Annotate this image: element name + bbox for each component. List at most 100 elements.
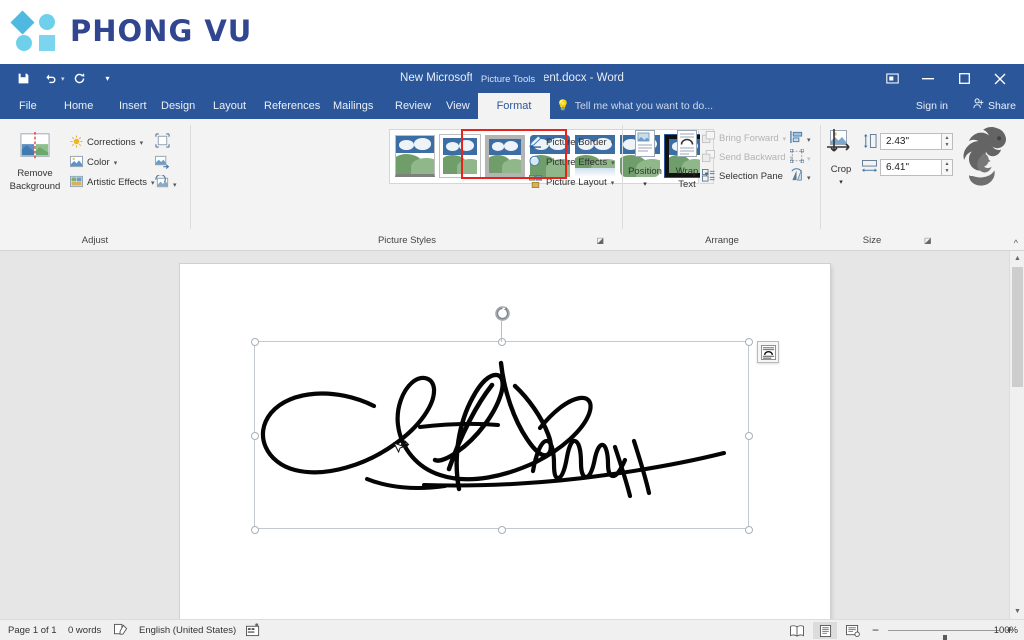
shape-width-icon <box>862 160 877 179</box>
resize-handle-bottom-right[interactable] <box>745 526 753 534</box>
maximize-restore-icon[interactable] <box>946 64 982 93</box>
save-icon[interactable] <box>10 67 36 90</box>
tab-insert[interactable]: Insert <box>110 93 156 119</box>
selection-pane-button[interactable]: Selection Pane <box>702 168 783 185</box>
picture-border-button[interactable]: Picture Border ▾ <box>529 134 614 151</box>
tab-mailings[interactable]: Mailings <box>324 93 382 119</box>
vertical-scrollbar[interactable]: ▲ ▼ <box>1009 251 1024 619</box>
tell-me-placeholder: Tell me what you want to do... <box>574 100 714 112</box>
scroll-up-icon[interactable]: ▲ <box>1010 251 1024 266</box>
word-count[interactable]: 0 words <box>68 620 101 640</box>
document-canvas[interactable]: ▲ ▼ <box>0 251 1024 619</box>
width-spin-down-icon[interactable]: ▼ <box>942 168 952 176</box>
align-objects-dropdown-icon[interactable]: ▾ <box>807 136 811 144</box>
shape-height-input[interactable]: 2.43" <box>880 133 942 150</box>
remove-background-button[interactable]: Remove Background <box>5 131 65 192</box>
compress-pictures-icon[interactable] <box>155 133 170 153</box>
resize-handle-top-right[interactable] <box>745 338 753 346</box>
picture-style-2[interactable] <box>440 135 480 177</box>
web-layout-icon[interactable] <box>841 622 865 639</box>
resize-handle-bottom-center[interactable] <box>498 526 506 534</box>
corrections-button[interactable]: Corrections ▾ <box>70 134 143 151</box>
resize-handle-middle-right[interactable] <box>745 432 753 440</box>
crop-button[interactable]: Crop ▾ <box>822 129 860 188</box>
height-spin-down-icon[interactable]: ▼ <box>942 142 952 150</box>
picture-effects-dropdown-icon[interactable]: ▾ <box>611 159 615 167</box>
tab-view[interactable]: View <box>437 93 479 119</box>
artistic-effects-dropdown-icon[interactable]: ▾ <box>151 179 155 187</box>
change-picture-icon[interactable] <box>155 154 170 174</box>
shape-width-input[interactable]: 6.41" <box>880 159 942 176</box>
bring-forward-label: Bring Forward <box>719 133 779 144</box>
rotate-objects-dropdown-icon[interactable]: ▾ <box>807 174 811 182</box>
artistic-effects-button[interactable]: Artistic Effects ▾ <box>70 174 155 191</box>
page-indicator[interactable]: Page 1 of 1 <box>8 620 57 640</box>
customize-quick-access-icon[interactable]: ▾ <box>95 67 121 90</box>
group-objects-button[interactable]: ▾ <box>789 148 811 168</box>
resize-handle-bottom-left[interactable] <box>251 526 259 534</box>
picture-border-dropdown-icon[interactable]: ▾ <box>611 139 615 147</box>
share-button[interactable]: Share <box>973 93 1016 119</box>
align-objects-button[interactable]: ▾ <box>790 130 811 149</box>
quick-access-toolbar: ▾ ▾ <box>10 67 121 90</box>
language-indicator[interactable]: English (United States) <box>139 620 236 640</box>
width-spin-up-icon[interactable]: ▲ <box>942 160 952 168</box>
proofing-errors-icon[interactable] <box>114 623 128 640</box>
picture-style-3[interactable] <box>485 135 525 177</box>
tab-layout[interactable]: Layout <box>204 93 255 119</box>
zoom-slider-thumb[interactable] <box>943 635 947 640</box>
rotate-handle-icon[interactable] <box>494 305 510 321</box>
layout-options-button[interactable] <box>757 341 779 363</box>
tab-design[interactable]: Design <box>152 93 204 119</box>
sign-in-button[interactable]: Sign in <box>916 93 948 119</box>
picture-effects-label: Picture Effects <box>546 157 608 168</box>
collapse-ribbon-icon[interactable]: ^ <box>1014 238 1018 248</box>
color-icon <box>70 155 83 171</box>
group-objects-dropdown-icon[interactable]: ▾ <box>807 155 811 163</box>
height-spin-up-icon[interactable]: ▲ <box>942 134 952 142</box>
tell-me-box[interactable]: 💡 Tell me what you want to do... <box>556 93 713 119</box>
bring-forward-dropdown-icon[interactable]: ▾ <box>783 135 787 143</box>
redo-arrow-icon[interactable] <box>67 67 93 90</box>
resize-handle-middle-left[interactable] <box>251 432 259 440</box>
tab-review[interactable]: Review <box>386 93 440 119</box>
tab-home[interactable]: Home <box>55 93 102 119</box>
reset-picture-dropdown-icon[interactable]: ▾ <box>173 181 177 189</box>
scroll-down-icon[interactable]: ▼ <box>1010 604 1024 619</box>
position-button[interactable]: Position ▾ <box>624 129 666 190</box>
print-layout-icon[interactable] <box>813 622 837 639</box>
minimize-icon[interactable] <box>910 64 946 93</box>
reset-picture-button[interactable]: ▾ <box>155 174 177 195</box>
picture-layout-icon <box>529 174 542 191</box>
tab-file[interactable]: File <box>10 93 46 119</box>
scrollbar-thumb[interactable] <box>1012 267 1023 387</box>
zoom-out-button[interactable]: − <box>872 620 879 640</box>
color-dropdown-icon[interactable]: ▾ <box>114 159 118 167</box>
window-controls <box>874 64 1018 93</box>
zoom-slider-track[interactable] <box>888 630 1000 640</box>
position-label: Position <box>628 166 662 177</box>
color-button[interactable]: Color ▾ <box>70 154 117 171</box>
picture-effects-button[interactable]: Picture Effects ▾ <box>529 154 615 171</box>
corrections-dropdown-icon[interactable]: ▾ <box>140 139 144 147</box>
position-dropdown-icon[interactable]: ▾ <box>624 179 666 190</box>
bring-forward-button[interactable]: Bring Forward ▾ <box>702 130 786 147</box>
rotate-objects-button[interactable]: ▾ <box>790 168 811 187</box>
tab-format[interactable]: Format <box>478 93 550 119</box>
read-mode-icon[interactable] <box>785 622 809 639</box>
ribbon-display-options-icon[interactable] <box>874 64 910 93</box>
zoom-level-label[interactable]: 100% <box>994 620 1018 640</box>
picture-style-1[interactable] <box>395 135 435 177</box>
corrections-icon <box>70 134 83 151</box>
undo-dropdown-icon[interactable]: ▾ <box>61 75 65 83</box>
crop-icon <box>827 129 855 161</box>
resize-handle-top-left[interactable] <box>251 338 259 346</box>
close-icon[interactable] <box>982 64 1018 93</box>
macro-record-icon[interactable] <box>246 623 260 640</box>
picture-layout-button[interactable]: Picture Layout ▾ <box>529 174 614 191</box>
send-backward-button[interactable]: Send Backward ▾ <box>702 149 793 166</box>
resize-handle-top-center[interactable] <box>498 338 506 346</box>
crop-dropdown-icon[interactable]: ▾ <box>822 177 860 188</box>
tab-references[interactable]: References <box>255 93 329 119</box>
picture-layout-dropdown-icon[interactable]: ▾ <box>611 179 615 187</box>
